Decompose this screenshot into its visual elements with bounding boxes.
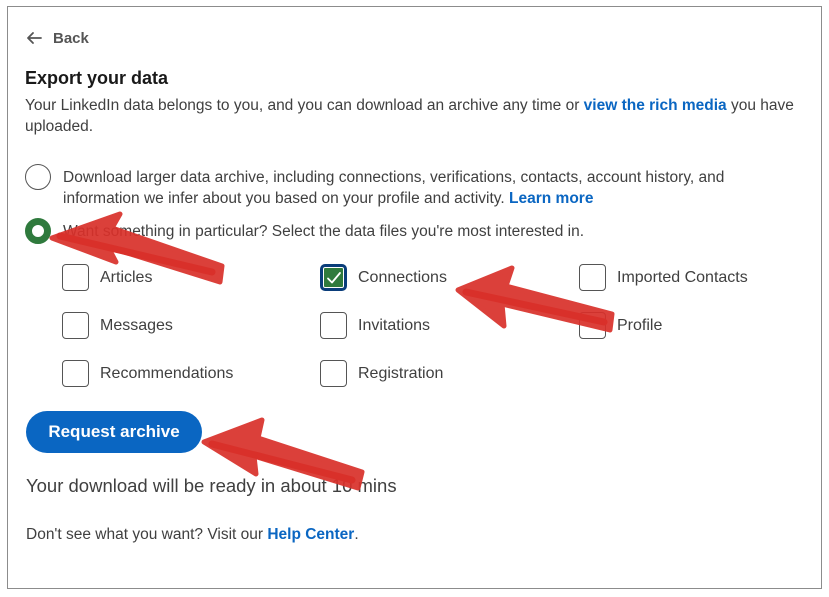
radio-particular[interactable]: [25, 218, 51, 244]
request-archive-button[interactable]: Request archive: [26, 411, 202, 453]
checkbox-connections[interactable]: Connections: [320, 264, 447, 291]
checkbox-recommendations-label: Recommendations: [100, 364, 234, 382]
checkbox-registration-box[interactable]: [320, 360, 347, 387]
checkbox-registration-label: Registration: [358, 364, 444, 382]
checkbox-articles-label: Articles: [100, 268, 153, 286]
page-title: Export your data: [25, 68, 169, 88]
checkbox-invitations[interactable]: Invitations: [320, 312, 430, 339]
checkbox-recommendations[interactable]: Recommendations: [62, 360, 233, 387]
option-particular-text: Want something in particular? Select the…: [63, 223, 585, 240]
checkbox-imported-contacts-label: Imported Contacts: [617, 268, 748, 286]
footer-text-before: Don't see what you want? Visit our: [26, 526, 268, 543]
checkbox-imported-contacts[interactable]: Imported Contacts: [579, 264, 748, 291]
view-rich-media-link[interactable]: view the rich media: [584, 97, 727, 114]
back-link[interactable]: Back: [25, 29, 89, 47]
checkbox-messages-label: Messages: [100, 316, 173, 334]
checkbox-messages[interactable]: Messages: [62, 312, 173, 339]
option-larger-archive-label: Download larger data archive, including …: [63, 169, 725, 207]
download-ready-text: Your download will be ready in about 10 …: [26, 475, 397, 496]
export-panel: [7, 6, 822, 589]
arrow-left-icon: [27, 32, 42, 44]
checkbox-recommendations-box[interactable]: [62, 360, 89, 387]
checkbox-articles[interactable]: Articles: [62, 264, 152, 291]
checkbox-connections-box[interactable]: [320, 264, 347, 291]
checkbox-connections-label: Connections: [358, 268, 447, 286]
checkbox-invitations-label: Invitations: [358, 316, 431, 334]
back-label: Back: [53, 29, 89, 47]
checkbox-articles-box[interactable]: [62, 264, 89, 291]
footer-text-after: .: [354, 526, 359, 543]
checkbox-profile[interactable]: Profile: [579, 312, 662, 339]
help-footer: Don't see what you want? Visit our Help …: [26, 526, 359, 544]
radio-larger-archive[interactable]: [25, 164, 51, 190]
checkmark-icon: [326, 271, 341, 283]
checkbox-imported-contacts-box[interactable]: [579, 264, 606, 291]
learn-more-link[interactable]: Learn more: [509, 190, 593, 207]
option-larger-archive-text: Download larger data archive, including …: [63, 167, 793, 209]
checkbox-messages-box[interactable]: [62, 312, 89, 339]
checkbox-profile-label: Profile: [617, 316, 663, 334]
help-center-link[interactable]: Help Center: [267, 526, 354, 543]
intro-text: Your LinkedIn data belongs to you, and y…: [25, 95, 795, 137]
checkbox-invitations-box[interactable]: [320, 312, 347, 339]
checkbox-registration[interactable]: Registration: [320, 360, 443, 387]
checkbox-profile-box[interactable]: [579, 312, 606, 339]
intro-text-before: Your LinkedIn data belongs to you, and y…: [25, 97, 584, 114]
